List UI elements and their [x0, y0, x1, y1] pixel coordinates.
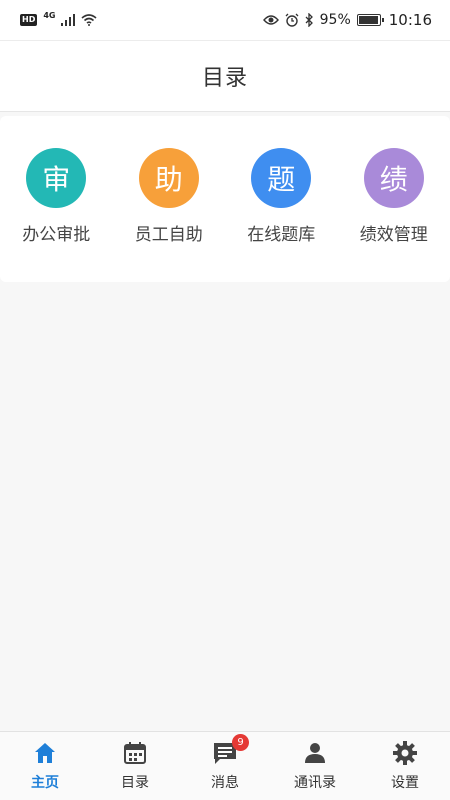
app-employee-self-service[interactable]: 助 员工自助: [113, 148, 225, 245]
battery-percent: 95%: [319, 12, 351, 28]
status-bar: HD 4G 95% 10:16: [0, 0, 450, 40]
status-right: 95% 10:16: [262, 11, 432, 29]
question-bank-icon: 题: [251, 148, 312, 208]
calendar-icon: [124, 742, 146, 764]
signal-icon: [61, 14, 76, 26]
tab-label: 消息: [211, 775, 239, 791]
bluetooth-icon: [305, 13, 313, 27]
wifi-icon: [81, 14, 98, 26]
app-glyph: 审: [42, 163, 71, 196]
tab-settings[interactable]: 设置: [360, 740, 450, 792]
status-left: HD 4G: [20, 10, 98, 26]
tab-label: 目录: [121, 775, 149, 791]
tab-messages[interactable]: 9 消息: [180, 734, 270, 792]
clock: 10:16: [388, 11, 432, 29]
gear-icon: [393, 741, 417, 765]
hd-badge: HD: [20, 14, 38, 26]
app-label: 在线题库: [247, 225, 316, 245]
app-glyph: 题: [267, 163, 296, 196]
battery-icon: [356, 14, 384, 26]
network-type: 4G: [43, 10, 56, 20]
app-grid: 审 办公审批 助 员工自助 题 在线题库 绩 绩效管理: [0, 116, 450, 282]
page-header: 目录: [0, 40, 450, 112]
battery-level: [358, 16, 378, 24]
page-title: 目录: [201, 66, 248, 91]
self-service-icon: 助: [138, 148, 199, 208]
eye-icon: [262, 15, 279, 25]
tab-label: 通讯录: [294, 775, 336, 791]
app-glyph: 绩: [379, 163, 408, 196]
tab-directory[interactable]: 目录: [90, 740, 180, 792]
app-glyph: 助: [154, 163, 183, 196]
tab-contacts[interactable]: 通讯录: [270, 740, 360, 792]
app-label: 绩效管理: [359, 225, 428, 245]
app-online-question-bank[interactable]: 题 在线题库: [225, 148, 337, 245]
app-performance-management[interactable]: 绩 绩效管理: [338, 148, 450, 245]
performance-icon: 绩: [363, 148, 424, 208]
app-office-approval[interactable]: 审 办公审批: [0, 148, 112, 245]
home-icon: [35, 743, 55, 763]
unread-badge: 9: [232, 734, 249, 751]
bottom-tab-bar: 主页 目录 9 消息 通讯录 设置: [0, 731, 450, 800]
app-label: 员工自助: [134, 225, 203, 245]
tab-home[interactable]: 主页: [0, 740, 90, 792]
contacts-icon: [305, 743, 325, 763]
tab-label: 主页: [31, 775, 59, 791]
tab-label: 设置: [391, 775, 419, 791]
alarm-icon: [285, 13, 299, 27]
app-label: 办公审批: [22, 225, 91, 245]
approval-icon: 审: [26, 148, 87, 208]
